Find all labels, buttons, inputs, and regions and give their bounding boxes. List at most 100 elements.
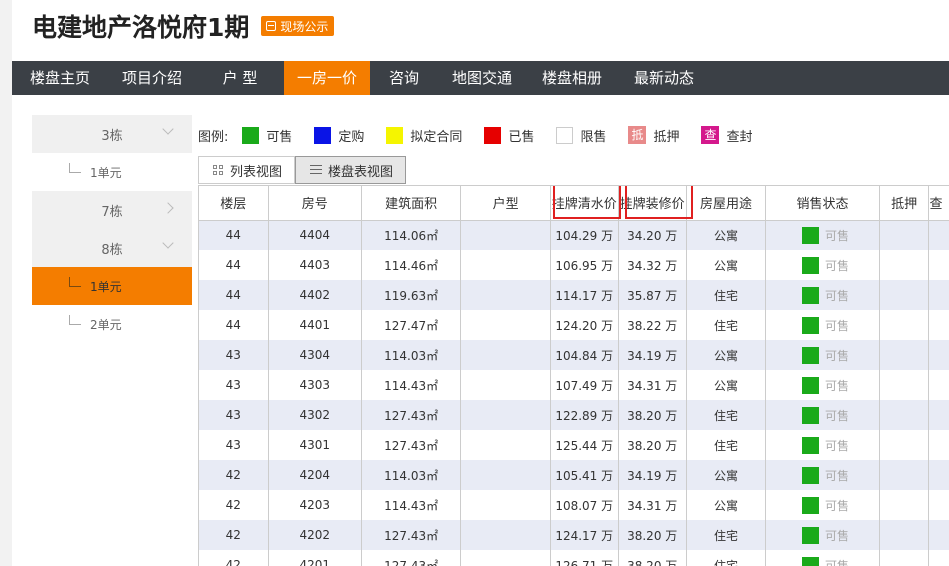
table-cell: 4402 (267, 280, 362, 310)
sidebar-unit-8-2[interactable]: 2单元 (32, 305, 192, 343)
nav-item-0[interactable]: 楼盘主页 (12, 61, 108, 95)
status-text: 可售 (825, 468, 850, 483)
status-swatch (802, 376, 820, 394)
status-indicator: 可售 (766, 316, 878, 334)
column-header: 建筑面积 (360, 186, 461, 221)
status-text: 可售 (825, 258, 850, 273)
table-row[interactable]: 44 4402 119.63㎡ 114.17 万 35.87 万住宅 可售 (198, 280, 949, 310)
table-cell-empty (878, 370, 929, 400)
status-swatch (802, 316, 820, 334)
table-cell: 住宅 (685, 280, 766, 310)
status-swatch (802, 466, 820, 484)
tree-connector-icon (69, 315, 81, 325)
nav-item-3[interactable]: 一房一价 (284, 61, 370, 95)
table-cell: 114.17 万 (549, 280, 619, 310)
sidebar-building-8[interactable]: 8栋 (32, 229, 192, 267)
nav-item-4[interactable]: 咨询 (370, 61, 438, 95)
legend-item-2: 拟定合同 (386, 126, 462, 145)
table-cell-empty (928, 220, 949, 250)
notice-badge[interactable]: 现场公示 (261, 16, 335, 36)
sidebar-building-7[interactable]: 7栋 (32, 191, 192, 229)
left-margin (0, 0, 12, 566)
table-cell: 公寓 (685, 250, 766, 280)
sidebar-unit-8-1[interactable]: 1单元 (32, 267, 192, 305)
sidebar-unit-3-1[interactable]: 1单元 (32, 153, 192, 191)
legend-item-6: 查查封 (701, 126, 753, 145)
notice-label: 现场公示 (280, 19, 329, 34)
table-row[interactable]: 43 4303 114.43㎡ 107.49 万 34.31 万公寓 可售 (198, 370, 949, 400)
table-cell-empty (928, 340, 949, 370)
legend-label: 已售 (508, 129, 535, 145)
table-cell: 住宅 (685, 520, 766, 550)
tab-label: 楼盘表视图 (328, 164, 394, 180)
table-cell: 114.03㎡ (360, 460, 461, 490)
status-text: 可售 (825, 228, 850, 243)
table-row[interactable]: 42 4202 127.43㎡ 124.17 万 38.20 万住宅 可售 (198, 520, 949, 550)
nav-item-2[interactable]: 户 型 (196, 61, 284, 95)
status-text: 可售 (825, 498, 850, 513)
table-header-row: 楼层 房号 建筑面积 户型 挂牌清水价 挂牌装修价 房屋用途 销售状态 抵押查 (198, 186, 949, 221)
table-cell: 38.22 万 (617, 310, 687, 340)
table-cell: 114.43㎡ (360, 490, 461, 520)
table-cell: 106.95 万 (549, 250, 619, 280)
status-indicator: 可售 (766, 256, 878, 274)
status-cell: 可售 (765, 250, 880, 280)
sidebar-building-3[interactable]: 3栋 (32, 115, 192, 153)
price-table: 楼层 房号 建筑面积 户型 挂牌清水价 挂牌装修价 房屋用途 销售状态 抵押查 44 4404 11… (198, 186, 949, 566)
legend-item-5: 抵抵押 (628, 126, 679, 145)
table-cell: 125.44 万 (549, 430, 619, 460)
price-table-wrap[interactable]: 楼层 房号 建筑面积 户型 挂牌清水价 挂牌装修价 房屋用途 销售状态 抵押查 44 4404 11… (198, 185, 949, 566)
table-cell: 34.31 万 (617, 370, 687, 400)
table-row[interactable]: 42 4201 127.43㎡ 126.71 万 38.20 万住宅 可售 (198, 550, 949, 566)
legend-label: 定购 (338, 129, 365, 145)
table-row[interactable]: 42 4204 114.03㎡ 105.41 万 34.19 万公寓 可售 (198, 460, 949, 490)
status-indicator: 可售 (766, 226, 878, 244)
table-cell: 114.03㎡ (360, 340, 461, 370)
table-cell (460, 460, 551, 490)
table-cell: 38.20 万 (617, 430, 687, 460)
status-swatch (802, 286, 820, 304)
table-row[interactable]: 43 4301 127.43㎡ 125.44 万 38.20 万住宅 可售 (198, 430, 949, 460)
table-row[interactable]: 44 4403 114.46㎡ 106.95 万 34.32 万公寓 可售 (198, 250, 949, 280)
table-cell: 122.89 万 (549, 400, 619, 430)
table-cell (460, 370, 551, 400)
page-title: 电建地产洛悦府1期 (32, 13, 250, 42)
table-row[interactable]: 42 4203 114.43㎡ 108.07 万 34.31 万公寓 可售 (198, 490, 949, 520)
chevron-down-icon (162, 123, 174, 135)
table-row[interactable]: 43 4302 127.43㎡ 122.89 万 38.20 万住宅 可售 (198, 400, 949, 430)
status-text: 可售 (825, 378, 850, 393)
table-cell: 4204 (267, 460, 362, 490)
table-cell-empty (878, 490, 929, 520)
nav-item-7[interactable]: 最新动态 (618, 61, 710, 95)
nav-item-6[interactable]: 楼盘相册 (526, 61, 618, 95)
status-indicator: 可售 (766, 496, 878, 514)
column-header: 楼层 (198, 186, 269, 221)
nav-item-1[interactable]: 项目介绍 (108, 61, 196, 95)
sidebar-unit-label: 1单元 (90, 279, 122, 294)
tab-building-view[interactable]: 楼盘表视图 (295, 156, 407, 184)
table-cell: 43 (198, 430, 269, 460)
table-row[interactable]: 43 4304 114.03㎡ 104.84 万 34.19 万公寓 可售 (198, 340, 949, 370)
chevron-right-icon (162, 202, 174, 214)
sidebar-building-label: 7栋 (101, 204, 123, 220)
table-cell: 124.20 万 (549, 310, 619, 340)
table-cell: 公寓 (685, 340, 766, 370)
status-indicator: 可售 (766, 436, 878, 454)
table-cell-empty (878, 460, 929, 490)
table-cell (460, 220, 551, 250)
table-cell: 38.20 万 (617, 520, 687, 550)
nav-item-5[interactable]: 地图交通 (438, 61, 526, 95)
table-row[interactable]: 44 4404 114.06㎡ 104.29 万 34.20 万公寓 可售 (198, 220, 949, 250)
table-cell-empty (878, 430, 929, 460)
status-text: 可售 (825, 318, 850, 333)
table-row[interactable]: 44 4401 127.47㎡ 124.20 万 38.22 万住宅 可售 (198, 310, 949, 340)
table-cell-empty (878, 250, 929, 280)
status-indicator: 可售 (766, 346, 878, 364)
status-indicator: 可售 (766, 406, 878, 424)
tab-list-view[interactable]: 列表视图 (198, 156, 296, 184)
table-cell: 公寓 (685, 370, 766, 400)
table-cell: 4302 (267, 400, 362, 430)
table-cell: 124.17 万 (549, 520, 619, 550)
table-cell: 4401 (267, 310, 362, 340)
status-swatch (802, 556, 820, 566)
